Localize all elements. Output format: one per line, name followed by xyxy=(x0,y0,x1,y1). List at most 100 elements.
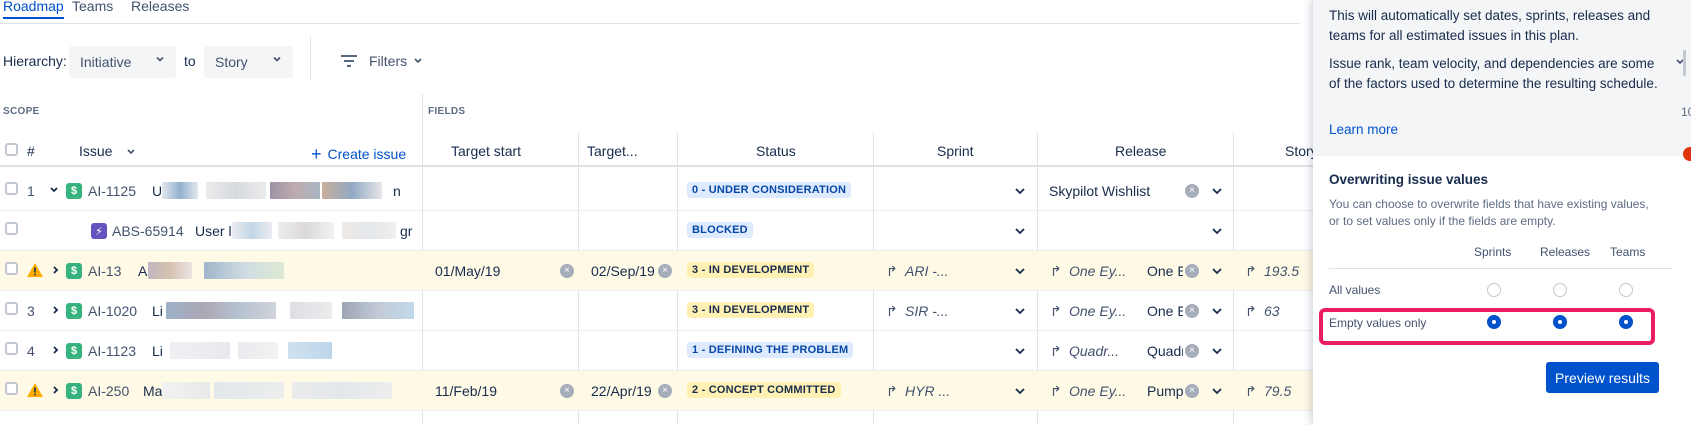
story-points-value[interactable]: 63 xyxy=(1264,303,1280,319)
radio-all-teams[interactable] xyxy=(1619,283,1633,297)
release-value[interactable]: Skypilot Wishlist xyxy=(1049,183,1150,199)
sprint-value[interactable]: ARI -... xyxy=(905,263,949,279)
chevron-down-icon[interactable] xyxy=(1014,185,1026,197)
create-issue-label: Create issue xyxy=(327,146,407,162)
column-target-end[interactable]: Target... xyxy=(587,143,638,159)
status-badge[interactable]: 3 - IN DEVELOPMENT xyxy=(687,302,815,318)
row-checkbox[interactable] xyxy=(5,262,18,275)
radio-all-releases[interactable] xyxy=(1553,283,1567,297)
clear-icon[interactable]: × xyxy=(658,384,672,398)
row-checkbox[interactable] xyxy=(5,222,18,235)
row-checkbox[interactable] xyxy=(5,382,18,395)
select-all-checkbox[interactable] xyxy=(5,143,18,156)
release-value[interactable]: One Ey... xyxy=(1069,303,1126,319)
sprint-value[interactable]: SIR -... xyxy=(905,303,949,319)
release-value[interactable]: One Ey... xyxy=(1069,263,1126,279)
chevron-down-icon[interactable] xyxy=(1014,385,1026,397)
column-issue[interactable]: Issue xyxy=(79,143,112,159)
story-points-value[interactable]: 79.5 xyxy=(1264,383,1291,399)
chevron-right-icon[interactable] xyxy=(51,265,61,275)
chevron-down-icon[interactable] xyxy=(49,185,59,195)
scrollbar-thumb[interactable] xyxy=(1683,50,1686,76)
warning-icon[interactable] xyxy=(27,263,43,277)
clear-icon[interactable]: × xyxy=(560,384,574,398)
target-end-value[interactable]: 02/Sep/19 xyxy=(591,263,655,279)
chevron-down-icon[interactable] xyxy=(1014,305,1026,317)
redacted-text xyxy=(288,342,332,359)
table-row[interactable]: 4 $ AI-1123 Li 1 - DEFINING THE PROBLEM … xyxy=(0,331,1330,371)
issue-key[interactable]: AI-1123 xyxy=(88,343,136,359)
clear-icon[interactable]: × xyxy=(1185,384,1199,398)
chevron-right-icon[interactable] xyxy=(51,345,61,355)
status-badge[interactable]: 3 - IN DEVELOPMENT xyxy=(687,262,815,278)
tab-roadmap[interactable]: Roadmap xyxy=(3,0,64,19)
column-number: # xyxy=(27,143,35,159)
chevron-down-icon[interactable] xyxy=(1211,185,1223,197)
row-checkbox[interactable] xyxy=(5,342,18,355)
chevron-down-icon[interactable] xyxy=(1211,305,1223,317)
target-start-value[interactable]: 01/May/19 xyxy=(435,263,500,279)
target-start-value[interactable]: 11/Feb/19 xyxy=(435,383,497,399)
preview-results-button[interactable]: Preview results xyxy=(1546,362,1659,393)
radio-all-sprints[interactable] xyxy=(1487,283,1501,297)
status-badge[interactable]: 2 - CONCEPT COMMITTED xyxy=(687,382,841,398)
clear-icon[interactable]: × xyxy=(1185,184,1199,198)
chevron-down-icon[interactable] xyxy=(1211,385,1223,397)
release-value[interactable]: One Ey... xyxy=(1069,383,1126,399)
chevron-down-icon[interactable] xyxy=(1014,345,1026,357)
target-end-value[interactable]: 22/Apr/19 xyxy=(591,383,652,399)
chevron-down-icon[interactable] xyxy=(1014,265,1026,277)
table-row[interactable]: 1 $ AI-1125 U n 0 - UNDER CONSIDERATION … xyxy=(0,171,1330,211)
chevron-down-icon[interactable] xyxy=(1211,265,1223,277)
clear-icon[interactable]: × xyxy=(658,264,672,278)
issue-key[interactable]: ABS-65914 xyxy=(112,223,184,239)
status-badge[interactable]: BLOCKED xyxy=(687,222,753,238)
status-badge[interactable]: 1 - DEFINING THE PROBLEM xyxy=(687,342,854,358)
learn-more-link[interactable]: Learn more xyxy=(1329,122,1398,137)
column-status[interactable]: Status xyxy=(756,143,796,159)
column-target-start[interactable]: Target start xyxy=(451,143,521,159)
sprint-value[interactable]: HYR ... xyxy=(905,383,950,399)
chevron-down-icon[interactable] xyxy=(126,148,136,156)
warning-icon[interactable] xyxy=(27,383,43,397)
create-issue-link[interactable]: + Create issue xyxy=(311,143,406,164)
row-checkbox[interactable] xyxy=(5,302,18,315)
chevron-right-icon[interactable] xyxy=(51,305,61,315)
status-badge[interactable]: 0 - UNDER CONSIDERATION xyxy=(687,182,852,198)
issue-key[interactable]: AI-1125 xyxy=(88,183,136,199)
inherited-icon: ↱ xyxy=(1050,303,1062,319)
hierarchy-from-select[interactable]: Initiative xyxy=(69,46,176,78)
chevron-down-icon[interactable] xyxy=(1014,225,1026,237)
chevron-down-icon[interactable] xyxy=(1211,345,1223,357)
table-row[interactable]: $ AI-13 A 01/May/19 × 02/Sep/19 × 3 - IN… xyxy=(0,251,1330,291)
bolt-type-icon: ⚡ xyxy=(91,223,107,239)
release-extra: One E xyxy=(1147,303,1183,319)
chevron-right-icon[interactable] xyxy=(51,385,61,395)
clear-icon[interactable]: × xyxy=(1185,344,1199,358)
tab-teams[interactable]: Teams xyxy=(72,0,113,14)
story-points-value[interactable]: 193.5 xyxy=(1264,263,1299,279)
table-row[interactable]: ⚡ ABS-65914 User l gr BLOCKED xyxy=(0,211,1330,251)
release-value[interactable]: Quadr... xyxy=(1069,343,1119,359)
column-release[interactable]: Release xyxy=(1115,143,1166,159)
filters-label: Filters xyxy=(369,53,408,69)
clear-icon[interactable]: × xyxy=(560,264,574,278)
column-teams: Teams xyxy=(1610,245,1646,259)
table-row[interactable]: $ AI-250 Ma 11/Feb/19 × 22/Apr/19 × 2 - … xyxy=(0,371,1330,411)
issue-summary-end: n xyxy=(393,183,401,199)
tab-releases[interactable]: Releases xyxy=(131,0,189,14)
inherited-icon: ↱ xyxy=(886,383,898,399)
chevron-down-icon[interactable] xyxy=(1211,225,1223,237)
chevron-down-icon xyxy=(273,56,281,62)
issue-key[interactable]: AI-250 xyxy=(88,383,129,399)
clear-icon[interactable]: × xyxy=(1185,304,1199,318)
table-row[interactable]: 3 $ AI-1020 Li 3 - IN DEVELOPMENT ↱ SIR … xyxy=(0,291,1330,331)
filters-button[interactable]: Filters xyxy=(341,53,435,69)
issue-key[interactable]: AI-13 xyxy=(88,263,121,279)
clear-icon[interactable]: × xyxy=(1185,264,1199,278)
hierarchy-to-select[interactable]: Story xyxy=(204,46,293,78)
chevron-down-icon xyxy=(414,58,422,64)
issue-key[interactable]: AI-1020 xyxy=(88,303,137,319)
column-sprint[interactable]: Sprint xyxy=(937,143,974,159)
row-checkbox[interactable] xyxy=(5,182,18,195)
